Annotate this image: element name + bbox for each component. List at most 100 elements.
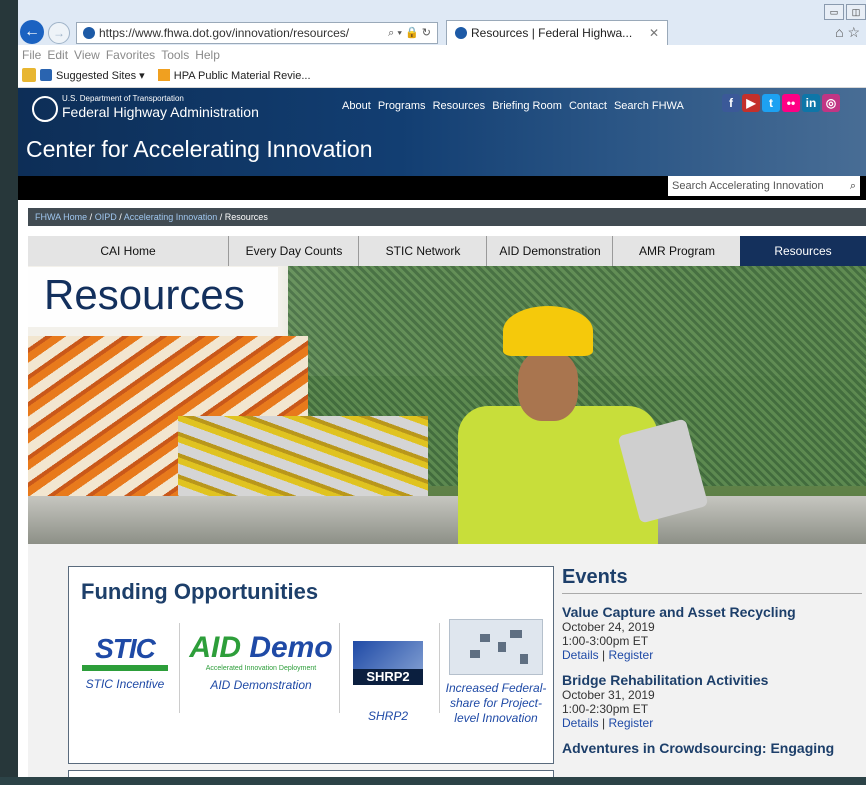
taskbar-edge [0,777,866,785]
site-header: U.S. Department of Transportation Federa… [18,88,866,176]
divider [439,623,440,713]
nav-contact[interactable]: Contact [569,100,607,112]
site-title[interactable]: Center for Accelerating Innovation [26,136,372,163]
menu-edit[interactable]: Edit [47,48,68,62]
flickr-icon[interactable]: •• [782,94,800,112]
social-links: f ▶ t •• in ◎ [722,94,842,112]
instagram-icon[interactable]: ◎ [822,94,840,112]
breadcrumb: FHWA Home / OIPD / Accelerating Innovati… [28,208,866,226]
federal-share-link[interactable]: Increased Federal-share for Project-leve… [443,681,549,726]
nav-about[interactable]: About [342,100,371,112]
event-item: Value Capture and Asset Recycling Octobe… [562,604,862,662]
event-item: Adventures in Crowdsourcing: Engaging [562,740,862,756]
browser-window: ← → https://www.fhwa.dot.gov/innovation/… [18,0,866,785]
events-heading: Events [562,566,862,594]
event-register-link[interactable]: Register [609,716,654,730]
nav-programs[interactable]: Programs [378,100,426,112]
tab-title: Resources | Federal Highwa... [471,26,633,40]
menu-file[interactable]: File [22,48,41,62]
breadcrumb-fhwa-home[interactable]: FHWA Home [35,212,87,222]
favorite-suggested-sites[interactable]: Suggested Sites [56,70,136,82]
aid-demo-logo: AID Demo [183,631,339,665]
browser-titlebar: ← → https://www.fhwa.dot.gov/innovation/… [18,0,866,45]
shrp2-logo-text: SHRP2 [353,669,423,685]
tab-amr-program[interactable]: AMR Program [612,236,741,266]
shrp2-link[interactable]: SHRP2 [343,709,433,724]
address-url: https://www.fhwa.dot.gov/innovation/reso… [99,26,350,40]
window-controls: ▭ ◫ [822,2,866,20]
search-placeholder: Search Accelerating Innovation [672,180,824,192]
forward-button[interactable]: → [48,22,70,44]
event-links: Details | Register [562,716,654,730]
breadcrumb-oipd[interactable]: OIPD [95,212,117,222]
demo-logo-text: Demo [249,631,333,664]
tab-aid-demonstration[interactable]: AID Demonstration [486,236,613,266]
aid-demonstration-link[interactable]: AID Demonstration [183,678,339,693]
breadcrumb-accelerating-innovation[interactable]: Accelerating Innovation [124,212,218,222]
breadcrumb-current: Resources [224,212,268,222]
twitter-icon[interactable]: t [762,94,780,112]
restore-icon[interactable]: ◫ [846,4,866,20]
tab-close-icon[interactable]: ✕ [649,21,659,45]
divider [179,623,180,713]
stic-logo: STIC [95,633,156,664]
funding-item-stic[interactable]: STIC STIC Incentive [77,625,173,747]
section-tabs: CAI Home Every Day Counts STIC Network A… [28,236,866,266]
stic-logo-bar [82,665,168,671]
dot-emblem-icon [32,96,58,122]
suggested-sites-icon [40,69,52,81]
facebook-icon[interactable]: f [722,94,740,112]
event-time: 1:00-2:30pm ET [562,702,649,716]
page-title: Resources [44,271,245,318]
event-date: October 31, 2019 [562,688,655,702]
aid-logo-text: AID [189,631,241,664]
browser-tab[interactable]: Resources | Federal Highwa... ✕ [446,20,668,45]
favorites-star-icon[interactable] [22,68,36,82]
tab-cai-home[interactable]: CAI Home [28,236,228,266]
tab-stic-network[interactable]: STIC Network [358,236,487,266]
menu-view[interactable]: View [74,48,100,62]
favorite-hpa[interactable]: HPA Public Material Revie... [174,70,311,82]
funding-item-federal-share[interactable]: Increased Federal-share for Project-leve… [443,619,549,741]
event-details-link[interactable]: Details [562,716,599,730]
event-title: Bridge Rehabilitation Activities [562,672,769,688]
nav-resources[interactable]: Resources [433,100,486,112]
agency-name: Federal Highway Administration [62,104,259,120]
linkedin-icon[interactable]: in [802,94,820,112]
nav-search-fhwa[interactable]: Search FHWA [614,100,684,112]
tab-favicon-icon [455,27,467,39]
menu-tools[interactable]: Tools [161,48,189,62]
event-date: October 24, 2019 [562,620,655,634]
event-time: 1:00-3:00pm ET [562,634,649,648]
menu-favorites[interactable]: Favorites [106,48,155,62]
address-tools-icon[interactable]: ⌕ ▾ 🔒 ↻ [388,23,431,43]
youtube-icon[interactable]: ▶ [742,94,760,112]
funding-item-aid[interactable]: AID Demo Accelerated Innovation Deployme… [183,625,339,747]
back-button[interactable]: ← [20,20,44,44]
hero-worker [448,306,709,544]
funding-heading: Funding Opportunities [81,579,319,604]
nav-briefing-room[interactable]: Briefing Room [492,100,562,112]
event-register-link[interactable]: Register [609,648,654,662]
home-star-icon[interactable]: ⌂ ☆ [835,24,860,41]
us-map-image [449,619,543,675]
main-content: Funding Opportunities STIC STIC Incentiv… [28,544,866,785]
minimize-icon[interactable]: ▭ [824,4,844,20]
site-favicon-icon [83,27,95,39]
event-details-link[interactable]: Details [562,648,599,662]
hero-bridge-deck [28,496,866,544]
tab-every-day-counts[interactable]: Every Day Counts [228,236,359,266]
event-title: Adventures in Crowdsourcing: Engaging [562,740,835,756]
funding-item-shrp2[interactable]: SHRP2 SHRP2 [343,625,433,747]
event-title: Value Capture and Asset Recycling [562,604,796,620]
stic-incentive-link[interactable]: STIC Incentive [77,677,173,692]
tab-resources[interactable]: Resources [740,236,866,266]
search-input[interactable]: Search Accelerating Innovation ⌕ [668,176,860,196]
aid-logo-subtitle: Accelerated Innovation Deployment [205,665,317,672]
search-bar: Search Accelerating Innovation ⌕ [18,176,866,200]
address-bar[interactable]: https://www.fhwa.dot.gov/innovation/reso… [76,22,438,44]
menu-help[interactable]: Help [195,48,220,62]
search-icon[interactable]: ⌕ [850,176,856,196]
desktop-edge [0,0,18,785]
funding-opportunities-box: Funding Opportunities STIC STIC Incentiv… [68,566,554,764]
